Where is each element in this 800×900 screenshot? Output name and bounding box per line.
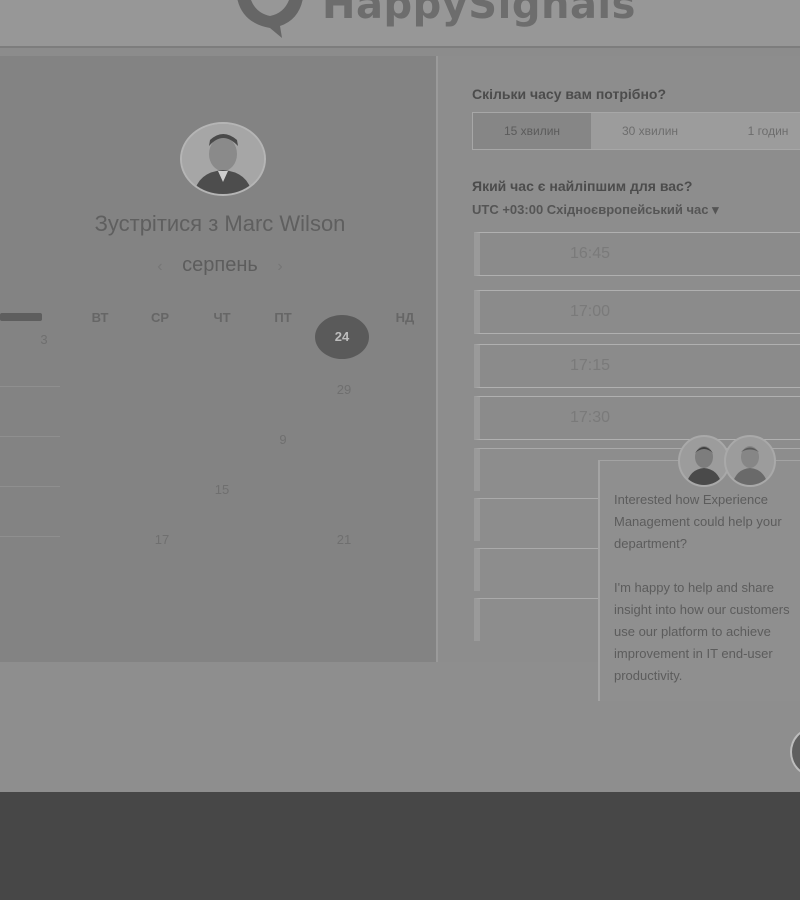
host-title: Зустрітися з Marc Wilson [94,211,346,236]
header: HappySignals [0,0,800,48]
chat-avatar [678,435,730,487]
timezone-select[interactable]: UTC +03:00 Східноєвропейський час ▾ [472,202,719,218]
weekday-wed: СР [150,310,170,325]
person-icon [182,124,264,194]
time-slot[interactable]: 17:00 [474,290,800,334]
duration-option-15[interactable]: 15 хвилин [473,113,591,149]
chevron-left-icon[interactable]: ‹ [157,258,162,276]
weekday-mon-cut [0,313,42,321]
calendar-day[interactable]: 17 [142,532,182,547]
chat-paragraph: I'm happy to help and share insight into… [614,580,790,683]
divider [0,436,60,437]
calendar-day-today[interactable]: 24 [315,315,369,359]
time-slot-label: 16:45 [569,245,611,262]
time-slot[interactable]: 16:45 [474,232,800,276]
weekday-thu: ЧТ [213,310,231,325]
time-slot-label: 17:30 [569,409,611,426]
calendar-day[interactable]: 15 [202,482,242,497]
chevron-down-icon: ▾ [712,202,719,217]
person-icon [686,446,722,485]
time-slot[interactable]: 17:30 [474,396,800,440]
month-label: серпень [182,254,258,276]
person-icon [732,446,768,485]
duration-option-30[interactable]: 30 хвилин [591,113,709,149]
weekday-tue: ВТ [91,310,109,325]
duration-question: Скільки часу вам потрібно? [472,86,667,102]
duration-selector: 15 хвилин 30 хвилин 1 годин [472,112,800,150]
page-area: HappySignals Зустрітися з Marc Wilson ‹ … [0,0,800,792]
time-slot-label: 17:00 [569,303,611,320]
divider [0,386,60,387]
time-slot-label: 17:15 [569,357,611,374]
chevron-right-icon[interactable]: › [277,258,282,276]
timezone-label: UTC +03:00 Східноєвропейський час [472,202,709,217]
chat-avatar [724,435,776,487]
calendar-day[interactable]: 9 [263,432,303,447]
host-avatar [180,122,266,196]
calendar-day[interactable]: 21 [324,532,364,547]
chat-popup[interactable]: Interested how Experience Management cou… [598,435,800,701]
calendar-day[interactable]: 3 [24,332,64,347]
chat-message: Interested how Experience Management cou… [614,489,800,709]
time-slot[interactable]: 17:15 [474,344,800,388]
time-question: Який час є найліпшим для вас? [472,178,693,194]
chat-avatars [678,435,778,487]
weekday-fri: ПТ [274,310,292,325]
logo-icon [237,0,303,38]
chat-paragraph: Interested how Experience Management cou… [614,492,782,551]
divider [0,486,60,487]
brand-name: HappySignals [322,0,636,28]
calendar-day[interactable]: 29 [324,382,364,397]
divider [0,536,60,537]
duration-option-60[interactable]: 1 годин [709,113,800,149]
